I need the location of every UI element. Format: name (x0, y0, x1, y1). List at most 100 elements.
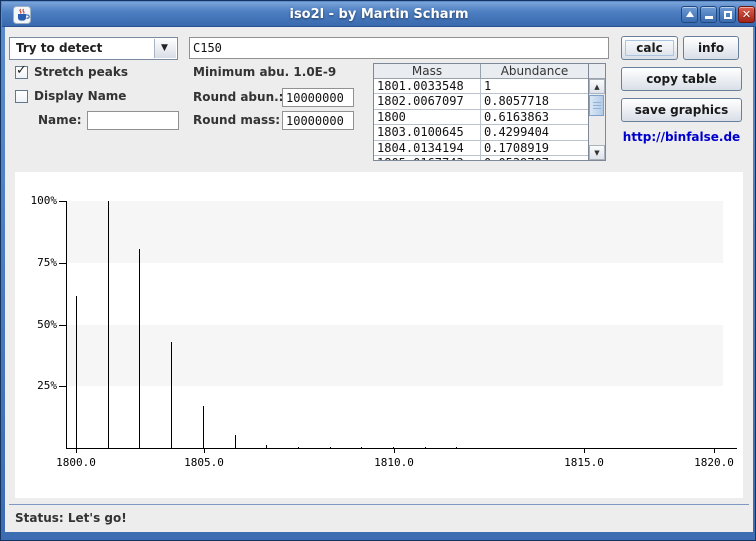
cell-abundance[interactable]: 0.8057718 (481, 94, 588, 108)
name-input[interactable] (87, 111, 179, 130)
scrollbar-thumb[interactable] (589, 95, 604, 116)
status-text: Status: Let's go! (15, 511, 127, 525)
cell-abundance[interactable]: 0.0539707 (481, 156, 588, 161)
minimum-abu-label: Minimum abu. 1.0E-9 (193, 65, 336, 79)
table-row[interactable]: 1805.01677430.0539707 (374, 156, 588, 161)
formula-input[interactable] (189, 37, 609, 59)
x-tick-label: 1805.0 (180, 456, 228, 469)
combobox-value: Try to detect (16, 41, 102, 55)
cell-mass[interactable]: 1805.0167743 (374, 156, 481, 161)
check-icon: ✓ (16, 63, 27, 78)
table-row[interactable]: 1803.01006450.4299404 (374, 125, 588, 140)
y-tick-mark (59, 325, 66, 326)
table-body: 1801.003354811802.00670970.805771818000.… (374, 79, 588, 161)
display-name-checkbox[interactable] (15, 90, 28, 103)
scroll-up-icon: ▲ (594, 83, 599, 91)
peak-line (171, 342, 172, 448)
x-axis-line (66, 448, 737, 449)
arrow-up-icon (686, 11, 694, 17)
x-tick-mark (584, 449, 585, 453)
table-row[interactable]: 18000.6163863 (374, 110, 588, 125)
scroll-down-button[interactable]: ▼ (589, 145, 605, 160)
chart-band (66, 201, 723, 263)
column-header-abundance[interactable]: Abundance (481, 64, 588, 79)
combobox-arrow-button[interactable]: ▼ (154, 39, 176, 58)
y-axis-line (66, 201, 67, 448)
window-title: iso2l - by Martin Scharm (2, 7, 756, 22)
table-header[interactable]: Mass Abundance (374, 64, 588, 79)
y-tick-label: 50% (21, 318, 57, 331)
cell-abundance[interactable]: 0.4299404 (481, 125, 588, 139)
x-tick-mark (204, 449, 205, 453)
stretch-peaks-checkbox[interactable]: ✓ (15, 66, 28, 79)
y-tick-label: 25% (21, 379, 57, 392)
spectrum-chart: 100% 75% 50% 25% 1800.0 1805.0 1810.0 1815.0 182… (15, 172, 743, 498)
y-tick-label: 75% (21, 256, 57, 269)
y-tick-label: 100% (21, 194, 57, 207)
stretch-peaks-label: Stretch peaks (34, 65, 128, 79)
maximize-icon (724, 11, 732, 19)
cell-mass[interactable]: 1804.0134194 (374, 141, 481, 155)
cell-mass[interactable]: 1802.0067097 (374, 94, 481, 108)
cell-abundance[interactable]: 0.1708919 (481, 141, 588, 155)
cell-mass[interactable]: 1801.0033548 (374, 79, 481, 93)
x-tick-label: 1810.0 (370, 456, 418, 469)
peak-line (76, 296, 77, 448)
minimize-button[interactable] (700, 6, 717, 23)
table-row[interactable]: 1801.00335481 (374, 79, 588, 94)
round-abun-label: Round abun.: (193, 90, 283, 104)
x-tick-mark (76, 449, 77, 453)
save-graphics-button[interactable]: save graphics (621, 98, 742, 122)
peak-line (361, 447, 362, 448)
info-button[interactable]: info (683, 36, 739, 60)
y-tick-mark (59, 263, 66, 264)
app-window: iso2l - by Martin Scharm ✕ Try to detect… (0, 0, 756, 541)
x-tick-mark (394, 449, 395, 453)
peak-line (235, 435, 236, 448)
column-header-mass[interactable]: Mass (374, 64, 481, 79)
calc-button[interactable]: calc (621, 36, 678, 60)
chart-band (66, 325, 723, 387)
close-button[interactable]: ✕ (738, 6, 755, 23)
copy-table-button[interactable]: copy table (621, 67, 742, 91)
x-tick-label: 1800.0 (52, 456, 100, 469)
peak-line (330, 447, 331, 448)
binfalse-link[interactable]: http://binfalse.de (621, 130, 742, 144)
x-tick-label: 1820.0 (690, 456, 738, 469)
peak-line (266, 445, 267, 448)
chevron-down-icon: ▼ (161, 43, 168, 53)
cell-abundance[interactable]: 1 (481, 79, 588, 93)
table-row[interactable]: 1804.01341940.1708919 (374, 141, 588, 156)
y-tick-mark (59, 386, 66, 387)
peak-line (456, 447, 457, 448)
isotope-table[interactable]: Mass Abundance 1801.003354811802.0067097… (373, 63, 589, 161)
display-name-label: Display Name (34, 89, 126, 103)
cell-mass[interactable]: 1803.0100645 (374, 125, 481, 139)
round-mass-input[interactable] (282, 111, 354, 130)
x-tick-label: 1815.0 (560, 456, 608, 469)
x-tick-mark (714, 449, 715, 453)
maximize-button[interactable] (719, 6, 736, 23)
peak-line (203, 406, 204, 448)
peak-line (425, 447, 426, 448)
shade-window-button[interactable] (681, 6, 698, 23)
peak-line (298, 447, 299, 448)
titlebar[interactable]: iso2l - by Martin Scharm ✕ (2, 2, 756, 27)
scroll-down-icon: ▼ (594, 149, 599, 157)
table-scrollbar[interactable]: ▲ ▼ (589, 63, 606, 161)
minimize-icon (705, 16, 713, 19)
cell-abundance[interactable]: 0.6163863 (481, 110, 588, 124)
peak-line (108, 201, 109, 448)
statusbar-separator (9, 504, 749, 505)
mode-combobox[interactable]: Try to detect ▼ (9, 37, 178, 60)
name-label: Name: (38, 113, 82, 127)
peak-line (139, 249, 140, 448)
table-row[interactable]: 1802.00670970.8057718 (374, 94, 588, 109)
round-abun-input[interactable] (282, 88, 354, 107)
cell-mass[interactable]: 1800 (374, 110, 481, 124)
peak-line (393, 447, 394, 448)
scrollbar-grip-icon (593, 102, 601, 110)
y-tick-mark (59, 201, 66, 202)
scrollbar-corner (589, 64, 605, 79)
scroll-up-button[interactable]: ▲ (589, 79, 605, 94)
